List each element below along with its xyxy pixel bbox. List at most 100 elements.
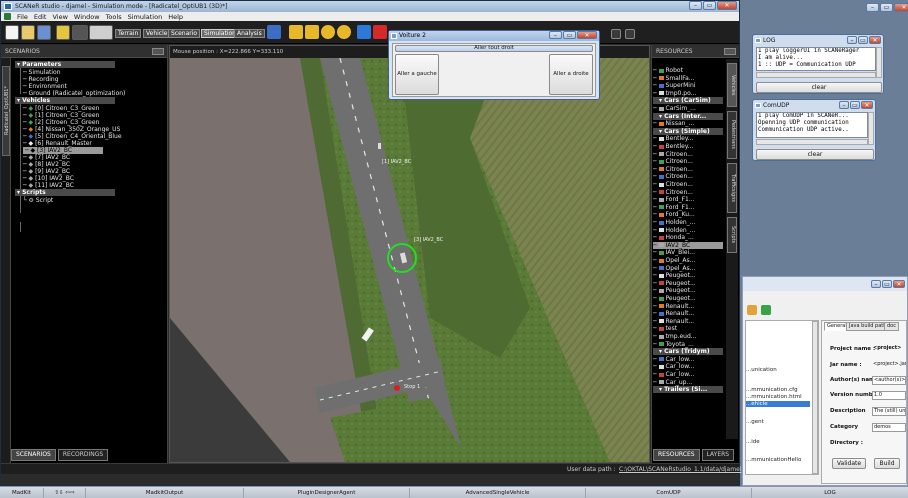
comudp-horizontal-scrollbar[interactable] [756,139,868,145]
menu-help[interactable]: Help [168,13,183,21]
resource-item[interactable]: ─ Citroen... [653,158,723,165]
scenario-side-tab[interactable]: Radicatel_OptiUB1* [2,66,10,156]
resource-item[interactable]: ─ Bentley... [653,143,723,150]
run-icon[interactable] [267,25,281,39]
voiture-minimize-button[interactable]: – [549,31,562,39]
tab-scenarios[interactable]: SCENARIOS [11,449,56,461]
plugin-tree-item[interactable]: ...mmunication.cfg [746,387,810,393]
3d-viewport[interactable]: Mouse position : X=222.866 Y=333.110 [1]… [169,45,650,463]
taskbar-log[interactable]: LOG [752,488,908,498]
tree-vehicle[interactable]: ─ ◆ [6] Renault_Master [23,140,92,147]
resource-item[interactable]: ─ Car_up... [653,379,723,386]
resource-item[interactable]: ─ Citroen... [653,166,723,173]
menu-edit[interactable]: Edit [34,13,47,21]
plugin-minimize-button[interactable]: – [871,280,881,288]
tree-vehicle[interactable]: ─ ◆ [5] Citroen_C4_Oriental_Blue [23,133,122,140]
taskbar-plugin-designer[interactable]: PluginDesignerAgent [244,488,410,498]
description-input[interactable]: The (still) unk [872,407,906,416]
resource-item[interactable]: ─ Opel_As... [653,265,723,272]
desktop-close-button[interactable]: ✕ [894,3,908,12]
desktop-maximize-button[interactable]: ▭ [880,3,893,12]
resource-group[interactable]: ▾ Cars (Simple) [653,127,723,135]
plugin-tree-item[interactable]: ...ide [746,439,810,445]
tree-vehicle[interactable]: ─ ◆ [11] IAV2_BC [23,182,74,189]
resource-group[interactable]: ▾ Cars (Tridym) [653,348,723,356]
undo-icon[interactable] [56,25,70,40]
tree-vehicle[interactable]: ─ ◆ [0] Citroen_C3_Green [23,105,99,112]
aerial-map[interactable]: [1] IAV2_BC [3] IAV2_BC Stop 1 [170,58,649,462]
resource-item[interactable]: ─ Peugeot... [653,272,723,279]
resource-item[interactable]: ─ tmp.eud... [653,333,723,340]
resource-item[interactable]: ─ Citroen... [653,151,723,158]
voiture-titlebar[interactable]: Voiture 2 – ▭ ✕ [389,31,599,41]
play-icon[interactable] [357,25,371,39]
plugin-tree-item[interactable]: ...mmunication.html [746,394,810,400]
menu-tools[interactable]: Tools [106,13,122,21]
zoom-out-icon[interactable] [337,25,351,39]
resource-group[interactable]: ▾ Cars (CarSim) [653,97,723,105]
comudp-output[interactable]: 1 play ComUDP in SCANeR... Openning UDP … [756,112,868,138]
go-right-button[interactable]: Aller a droite [549,54,593,95]
tree-vehicle[interactable]: ─ ◆ [8] IAV2_BC [23,161,70,168]
tree-vehicle[interactable]: ─ ◆ [4] Nissan_350Z_Orange_US [23,126,120,133]
tree-vehicle[interactable]: ─ ◆ [1] Citroen_C3_Green [23,112,99,119]
plugin-tree-item[interactable]: ...gent [746,419,810,425]
close-button[interactable]: ✕ [717,1,737,10]
resource-item[interactable]: ─ SmallFa... [653,75,723,82]
resource-item[interactable]: ─ Nissan_... [653,120,723,127]
resource-item[interactable]: ─ Ford_Ku... [653,211,723,218]
tree-group-scripts[interactable]: ▾ Scripts [15,189,115,196]
vehicle-iav2-marker-2[interactable] [378,143,381,149]
panel-options-icon[interactable] [152,48,164,55]
go-straight-button[interactable]: Aller tout droit [395,45,593,52]
taskbar-madkit[interactable]: MadKit [0,488,44,498]
resources-options-icon[interactable] [724,48,736,55]
tree-vehicle[interactable]: ─ ◆ [7] IAV2_BC [23,154,70,161]
log-maximize-button[interactable]: ▭ [858,36,868,44]
resource-item-selected[interactable]: ─ IAV2_BC [653,241,723,249]
authors-input[interactable]: <author(s)> [872,376,906,385]
resource-item[interactable]: ─ Peugeot... [653,280,723,287]
vtab-trafficsigns[interactable]: Trafficsigns [727,163,737,213]
resource-item[interactable]: ─ Bentley... [653,135,723,142]
resource-item[interactable]: ─ Citroen... [653,181,723,188]
new-file-icon[interactable] [5,25,19,40]
resource-item[interactable]: ─ Ford_F1... [653,204,723,211]
menu-simulation[interactable]: Simulation [128,13,163,21]
vtab-pedestrians[interactable]: Pedestrians [727,111,737,159]
resource-item[interactable]: ─ Honda_... [653,234,723,241]
move-icon[interactable] [289,25,303,39]
log-horizontal-scrollbar[interactable] [756,72,876,78]
tab-recordings[interactable]: RECORDINGS [57,449,109,461]
resource-item[interactable]: ─ Renault... [653,318,723,325]
voiture-close-button[interactable]: ✕ [577,31,597,39]
desktop-minimize-button[interactable]: – [866,3,879,12]
stop-sign-marker[interactable] [394,385,400,391]
resource-item[interactable]: ─ CarSim_... [653,105,723,112]
version-input[interactable]: 1.0 [872,391,906,400]
mode-analysis[interactable]: Analysis [234,29,265,38]
plugin-tree-item-selected[interactable]: ...ehicle [746,401,810,407]
log-minimize-button[interactable]: – [847,36,857,44]
zoom-in-icon[interactable] [321,25,335,39]
resource-item[interactable]: ─ Car_low... [653,363,723,370]
maximize-button[interactable]: ▭ [703,1,716,10]
zoom-fit-icon[interactable] [305,25,319,39]
voiture-maximize-button[interactable]: ▭ [563,31,576,39]
log-titlebar[interactable]: LOG – ▭ ✕ [753,35,883,46]
resource-item[interactable]: ─ Ford_F1... [653,196,723,203]
user-data-path-link[interactable]: C:\OKTAL\SCANeRstudio_1.1/data/djamel [619,464,741,475]
resource-item[interactable]: ─ Robot [653,67,723,74]
taskbar-comudp[interactable]: ComUDP [586,488,752,498]
plugin-close-button[interactable]: ✕ [893,280,905,288]
resource-item[interactable]: ─ Opel_As... [653,257,723,264]
plugin-tree-item[interactable]: ...mmunicationHello [746,457,810,463]
menu-file[interactable]: File [17,13,28,21]
plugin-tree-scrollbar[interactable] [812,321,818,474]
taskbar-nav-arrows[interactable]: ⇧⇩ ⇦⇨ [44,488,86,498]
plugin-tree-item[interactable]: ...unication [746,367,810,373]
vtab-scripts[interactable]: Scripts [727,217,737,253]
minimize-button[interactable]: – [689,1,702,10]
taskbar-advanced-single-vehicle[interactable]: AdvancedSingleVehicle [410,488,586,498]
tree-vehicle-selected[interactable]: ─ ◆ [3] IAV2_BC [23,147,103,154]
